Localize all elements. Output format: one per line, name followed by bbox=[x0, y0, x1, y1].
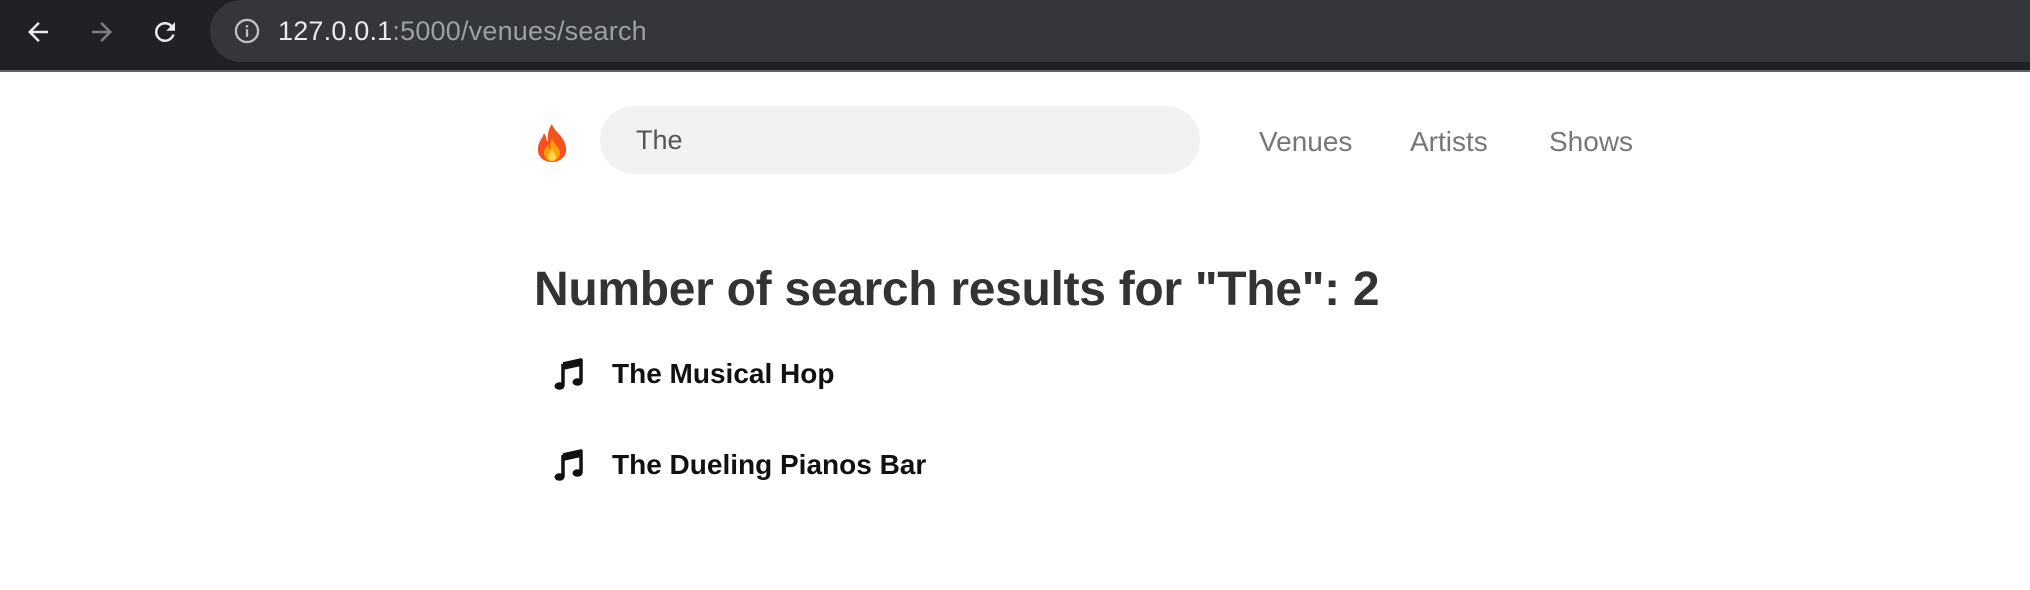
result-item[interactable]: The Dueling Pianos Bar bbox=[552, 445, 926, 485]
nav-link-shows[interactable]: Shows bbox=[1549, 126, 1633, 158]
fire-icon bbox=[537, 124, 567, 162]
address-bar[interactable]: 127.0.0.1:5000/venues/search bbox=[210, 0, 2030, 62]
result-name[interactable]: The Musical Hop bbox=[612, 358, 834, 390]
reload-button[interactable] bbox=[143, 10, 187, 54]
info-icon bbox=[234, 18, 260, 44]
results-title: Number of search results for "The": 2 bbox=[534, 263, 1380, 316]
music-note-icon bbox=[552, 448, 586, 482]
url-text[interactable]: 127.0.0.1:5000/venues/search bbox=[278, 14, 647, 48]
logo[interactable] bbox=[534, 123, 570, 163]
nav-link-venues[interactable]: Venues bbox=[1259, 126, 1352, 158]
nav-link-artists[interactable]: Artists bbox=[1410, 126, 1488, 158]
result-item[interactable]: The Musical Hop bbox=[552, 354, 834, 394]
back-button[interactable] bbox=[16, 10, 60, 54]
site-info-button[interactable] bbox=[232, 16, 262, 46]
arrow-right-icon bbox=[92, 22, 112, 42]
url-path: :5000/venues/search bbox=[392, 16, 647, 46]
music-note-icon bbox=[552, 357, 586, 391]
result-name[interactable]: The Dueling Pianos Bar bbox=[612, 449, 926, 481]
url-host: 127.0.0.1 bbox=[278, 16, 393, 46]
reload-icon bbox=[154, 21, 175, 42]
arrow-left-icon bbox=[28, 22, 48, 42]
browser-toolbar: 127.0.0.1:5000/venues/search bbox=[0, 0, 2030, 72]
search-input[interactable] bbox=[600, 106, 1200, 174]
forward-button[interactable] bbox=[80, 10, 124, 54]
